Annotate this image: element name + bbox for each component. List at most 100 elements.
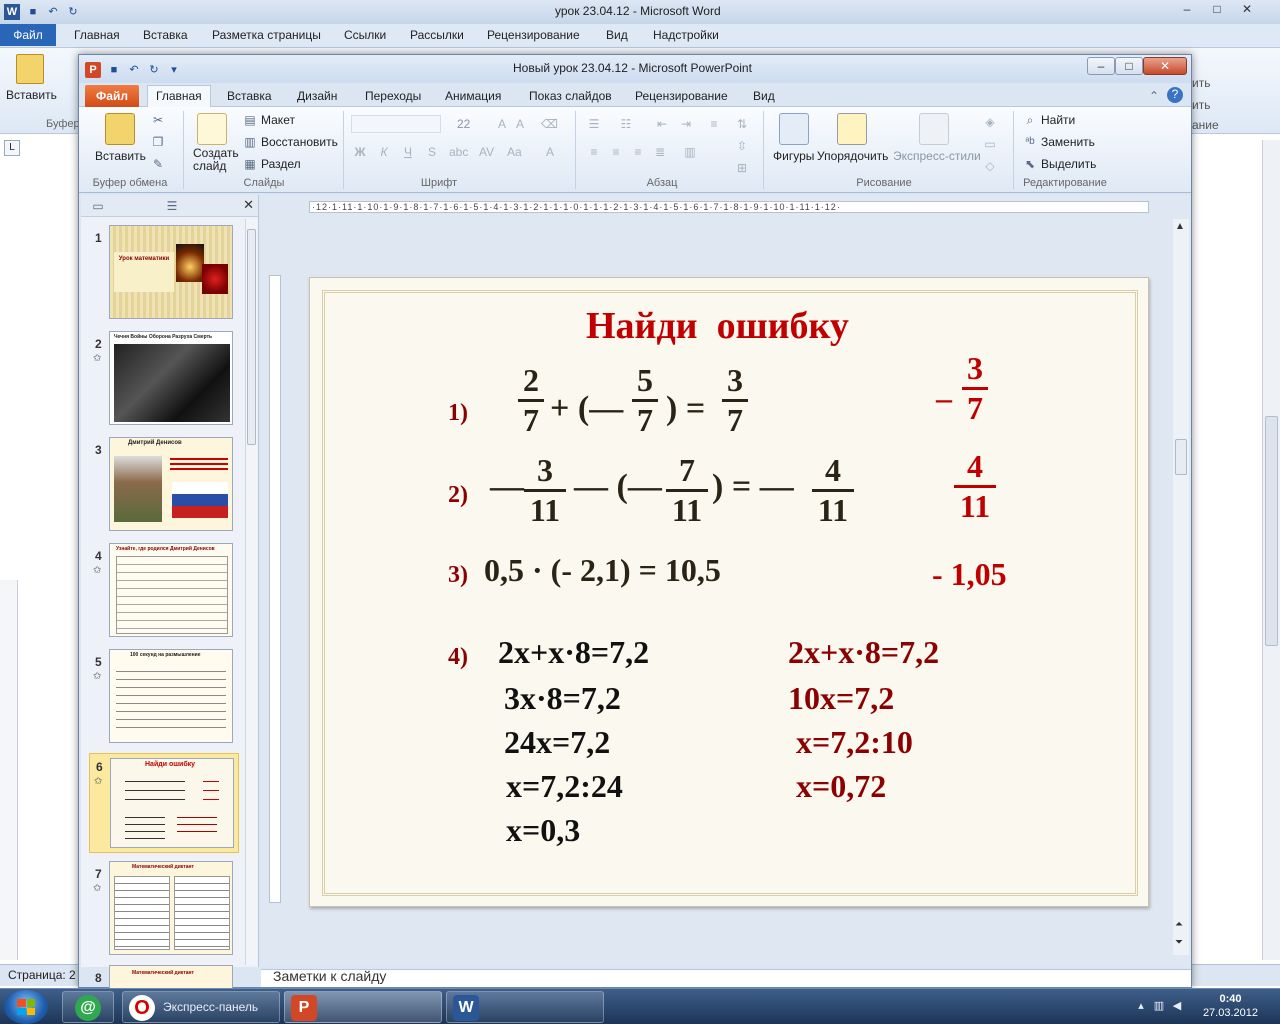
word-tab-mailings[interactable]: Рассылки (410, 28, 464, 46)
show-hidden-icons-icon[interactable]: ▴ (1134, 999, 1148, 1013)
spacing-icon[interactable]: AV (479, 145, 494, 159)
customize-qat-icon[interactable]: ▾ (167, 63, 181, 77)
redo-icon[interactable]: ↻ (66, 5, 80, 19)
layout-button[interactable]: Макет (261, 113, 295, 127)
grow-font-icon[interactable]: A (495, 117, 509, 131)
ppt-tab-view[interactable]: Вид (753, 89, 775, 103)
shape-effects-icon[interactable]: ◇ (983, 159, 997, 173)
word-page-indicator[interactable]: Страница: 2 (8, 968, 76, 982)
slide-thumbnail-4[interactable]: 4 ✩ Узнайте, где родился Дмитрий Денисов (81, 543, 241, 643)
start-button[interactable] (4, 990, 48, 1024)
paste-button[interactable]: Вставить (95, 149, 146, 163)
ppt-tab-animations[interactable]: Анимация (445, 89, 501, 103)
ppt-minimize-button[interactable]: – (1087, 57, 1115, 75)
ppt-tab-insert[interactable]: Вставка (227, 89, 272, 103)
outline-tab-icon[interactable]: ☰ (165, 199, 179, 213)
text-direction-icon[interactable]: ⇅ (735, 117, 749, 131)
network-icon[interactable]: ▥ (1152, 999, 1166, 1013)
find-button[interactable]: Найти (1041, 113, 1075, 127)
clock[interactable]: 0:40 27.03.2012 (1203, 992, 1258, 1020)
word-close-button[interactable]: ✕ (1234, 0, 1260, 20)
numbering-icon[interactable]: ☷ (619, 117, 633, 131)
ppt-file-tab[interactable]: Файл (85, 85, 139, 107)
taskbar-word[interactable]: W (446, 991, 604, 1023)
word-vertical-scrollbar[interactable] (1262, 140, 1280, 960)
previous-slide-icon[interactable]: ⏶ (1175, 919, 1183, 930)
close-pane-icon[interactable]: ✕ (243, 197, 254, 213)
slide-thumbnail-7[interactable]: 7 ✩ Математический диктант (81, 861, 241, 961)
shapes-button[interactable]: Фигуры (773, 149, 814, 163)
taskbar-powerpoint[interactable]: P (284, 991, 442, 1023)
word-scroll-thumb[interactable] (1265, 416, 1278, 646)
columns-icon[interactable]: ▥ (683, 145, 697, 159)
word-file-tab[interactable]: Файл (0, 24, 56, 46)
replace-button[interactable]: Заменить (1041, 135, 1095, 149)
new-slide-button[interactable]: Создать слайд (193, 147, 243, 173)
undo-icon[interactable]: ↶ (127, 63, 141, 77)
word-tab-references[interactable]: Ссылки (344, 28, 386, 46)
reset-button[interactable]: Восстановить (261, 135, 338, 149)
ppt-tab-review[interactable]: Рецензирование (635, 89, 728, 103)
increase-indent-icon[interactable]: ⇥ (679, 117, 693, 131)
decrease-indent-icon[interactable]: ⇤ (655, 117, 669, 131)
slide-title[interactable]: Найди ошибку (586, 304, 849, 348)
word-app-icon[interactable]: W (4, 4, 20, 20)
slide-scroll-thumb[interactable] (1175, 439, 1187, 475)
slide-thumbnail-5[interactable]: 5 ✩ 100 секунд на размышление (81, 649, 241, 749)
word-minimize-button[interactable]: – (1174, 0, 1200, 20)
vertical-ruler[interactable] (269, 275, 281, 903)
copy-icon[interactable]: ❐ (151, 135, 165, 149)
slide-thumbnail-1[interactable]: 1 Урок математики (81, 225, 241, 325)
cut-icon[interactable]: ✂ (151, 113, 165, 127)
taskbar-icq[interactable]: @ (62, 991, 114, 1023)
save-icon[interactable]: ■ (26, 5, 40, 19)
word-paste-button[interactable]: Вставить (6, 88, 57, 102)
slides-pane-scroll-thumb[interactable] (247, 229, 256, 445)
align-left-icon[interactable]: ≡ (587, 145, 601, 159)
word-tab-selector[interactable]: L (4, 140, 20, 156)
align-right-icon[interactable]: ≡ (631, 145, 645, 159)
italic-icon[interactable]: К (377, 145, 391, 159)
slides-pane-scrollbar[interactable] (245, 219, 257, 965)
slide-thumbnail-3[interactable]: 3 Дмитрий Денисов (81, 437, 241, 537)
font-color-icon[interactable]: A (543, 145, 557, 159)
smartart-icon[interactable]: ⊞ (735, 161, 749, 175)
save-icon[interactable]: ■ (107, 63, 121, 77)
next-slide-icon[interactable]: ⏷ (1175, 937, 1183, 948)
ppt-tab-design[interactable]: Дизайн (297, 89, 337, 103)
bold-icon[interactable]: Ж (353, 145, 367, 159)
slide-thumbnail-2[interactable]: 2 ✩ Чечня Войны Оборона Разруха Смерть (81, 331, 241, 431)
underline-icon[interactable]: Ч (401, 145, 415, 159)
shrink-font-icon[interactable]: A (513, 117, 527, 131)
undo-icon[interactable]: ↶ (46, 5, 60, 19)
ppt-maximize-button[interactable]: □ (1115, 57, 1143, 75)
line-spacing-icon[interactable]: ≡ (707, 117, 721, 131)
justify-icon[interactable]: ≣ (653, 145, 667, 159)
horizontal-ruler[interactable]: ·12·1·11·1·10·1·9·1·8·1·7·1·6·1·5·1·4·1·… (309, 201, 1149, 213)
notes-pane[interactable]: Заметки к слайду (261, 968, 1191, 987)
ppt-close-button[interactable]: ✕ (1143, 57, 1187, 75)
word-tab-review[interactable]: Рецензирование (487, 28, 580, 46)
case-icon[interactable]: Aa (507, 145, 522, 159)
scroll-up-icon[interactable]: ▲ (1175, 221, 1185, 232)
align-text-icon[interactable]: ⇳ (735, 139, 749, 153)
select-button[interactable]: Выделить (1041, 157, 1096, 171)
slide-vertical-scrollbar[interactable]: ▲ ⏶ ⏷ (1173, 219, 1189, 955)
word-tab-insert[interactable]: Вставка (143, 28, 188, 46)
strikethrough-icon[interactable]: abc (449, 145, 468, 159)
word-tab-layout[interactable]: Разметка страницы (212, 28, 321, 46)
word-tab-home[interactable]: Главная (74, 28, 120, 46)
volume-icon[interactable]: ◀ (1170, 999, 1184, 1013)
clear-format-icon[interactable]: ⌫ (541, 117, 558, 131)
word-maximize-button[interactable]: □ (1204, 0, 1230, 20)
ppt-tab-slideshow[interactable]: Показ слайдов (529, 89, 612, 103)
bullets-icon[interactable]: ☰ (587, 117, 601, 131)
shape-outline-icon[interactable]: ▭ (983, 137, 997, 151)
redo-icon[interactable]: ↻ (147, 63, 161, 77)
arrange-button[interactable]: Упорядочить (817, 149, 888, 163)
shadow-icon[interactable]: S (425, 145, 439, 159)
powerpoint-app-icon[interactable]: P (85, 62, 101, 78)
slide-thumbnail-8[interactable]: 8 Математический диктант (81, 965, 241, 989)
format-painter-icon[interactable]: ✎ (151, 157, 165, 171)
slide-thumbnail-6[interactable]: 6 ✩ Найди ошибку (89, 753, 239, 853)
